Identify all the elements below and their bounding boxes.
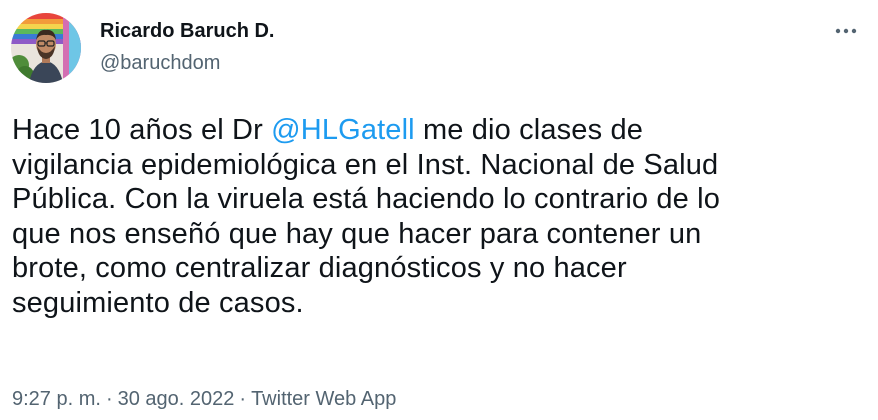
meta-separator: · [239, 388, 247, 410]
tweet-text-line: brote, como centralizar diagnósticos y n… [12, 252, 627, 284]
tweet-text-segment: me dio clases de [414, 114, 644, 146]
tweet-meta: 9:27 p. m. · 30 ago. 2022 · Twitter Web App [12, 386, 396, 412]
more-horizontal-icon [835, 28, 857, 34]
tweet-date[interactable]: 30 ago. 2022 [118, 388, 235, 410]
author-display-name[interactable]: Ricardo Baruch D. [100, 18, 274, 44]
avatar[interactable] [11, 13, 81, 83]
tweet-text-line: que nos enseñó que hay que hacer para co… [12, 217, 702, 250]
tweet-text-line: Hace 10 años el Dr @HLGatell me dio clas… [12, 113, 862, 148]
author-handle[interactable]: @baruchdom [100, 50, 220, 76]
tweet-text-line: vigilancia epidemiológica en el Inst. Na… [12, 148, 719, 181]
tweet-text: Hace 10 años el Dr @HLGatell me dio clas… [12, 113, 862, 320]
mention-link[interactable]: @HLGatell [271, 114, 415, 146]
tweet-source[interactable]: Twitter Web App [251, 388, 396, 410]
tweet-text-line: seguimiento de casos. [12, 286, 304, 319]
tweet-time[interactable]: 9:27 p. m. [12, 388, 101, 410]
tweet-text-segment: Hace 10 años el Dr [12, 114, 272, 146]
avatar-image [11, 13, 81, 83]
more-options-button[interactable] [826, 18, 866, 44]
meta-separator: · [105, 388, 113, 410]
tweet-card: Ricardo Baruch D. @baruchdom Hace 10 año… [0, 0, 878, 420]
tweet-text-line: Pública. Con la viruela está haciendo lo… [12, 183, 721, 215]
